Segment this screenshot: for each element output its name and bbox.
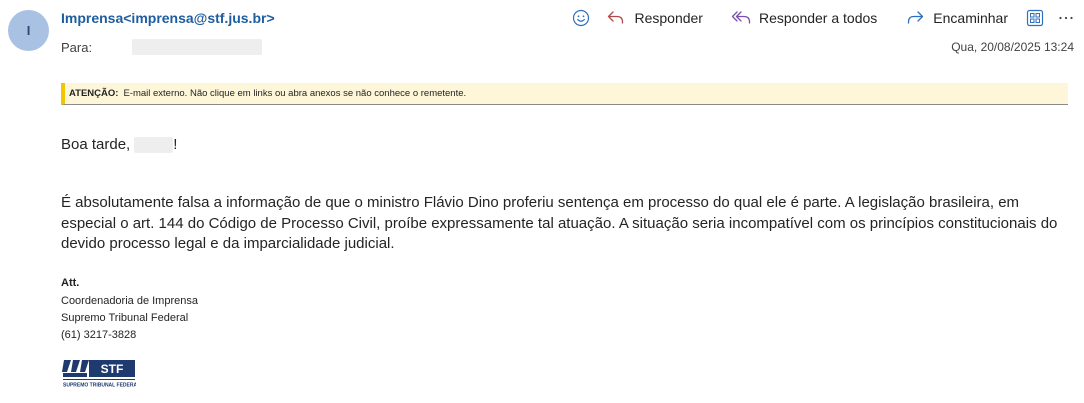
reply-icon [608, 11, 624, 24]
signature-phone: (61) 3217-3828 [61, 329, 137, 341]
emoji-reaction-button[interactable] [572, 9, 590, 27]
message-body-paragraph: É absolutamente falsa a informação de qu… [61, 194, 1058, 252]
recipient-redacted [132, 39, 263, 55]
reply-all-label: Responder a todos [758, 10, 878, 26]
logo-text: STF [101, 362, 124, 376]
avatar-initial: I [26, 23, 31, 38]
reply-button[interactable]: Responder [606, 9, 703, 27]
forward-label: Encaminhar [933, 10, 1008, 26]
warning-text: E-mail externo. Não clique em links ou a… [123, 88, 467, 99]
sender-avatar[interactable]: I [8, 10, 49, 51]
reply-all-button[interactable]: Responder a todos [731, 9, 877, 27]
signature-closing: Att. [61, 277, 80, 289]
signature-block: Att. Coordenadoria de Imprensa Supremo T… [61, 275, 198, 344]
sender-name[interactable]: Imprensa<imprensa@stf.jus.br> [61, 10, 275, 26]
apps-button[interactable] [1026, 9, 1044, 27]
recipient-row: Para: [61, 39, 263, 55]
message-date: Qua, 20/08/2025 13:24 [951, 40, 1074, 54]
reply-label: Responder [634, 10, 703, 26]
external-email-warning: ATENÇÃO: E-mail externo. Não clique em l… [61, 83, 1068, 105]
smiley-icon [573, 9, 590, 27]
apps-grid-icon [1026, 9, 1044, 27]
recipient-label: Para: [61, 39, 93, 55]
forward-button[interactable]: Encaminhar [905, 9, 1008, 27]
more-horizontal-icon [1059, 16, 1073, 20]
greeting-text: Boa tarde, [61, 136, 131, 153]
logo-subtitle: SUPREMO TRIBUNAL FEDERAL [63, 383, 136, 389]
greeting: Boa tarde, ! [61, 136, 177, 153]
signature-line: Supremo Tribunal Federal [61, 312, 189, 324]
signature-line: Coordenadoria de Imprensa [61, 295, 198, 307]
warning-label: ATENÇÃO: [69, 88, 119, 99]
greeting-suffix: ! [173, 136, 178, 153]
forward-icon [908, 11, 924, 24]
more-options-button[interactable] [1058, 9, 1074, 27]
stf-logo: STF SUPREMO TRIBUNAL FEDERAL [62, 360, 136, 389]
reply-all-icon [731, 11, 751, 24]
message-toolbar: Responder Responder a todos Encaminhar [572, 8, 1074, 28]
greeting-name-redacted [134, 136, 174, 153]
